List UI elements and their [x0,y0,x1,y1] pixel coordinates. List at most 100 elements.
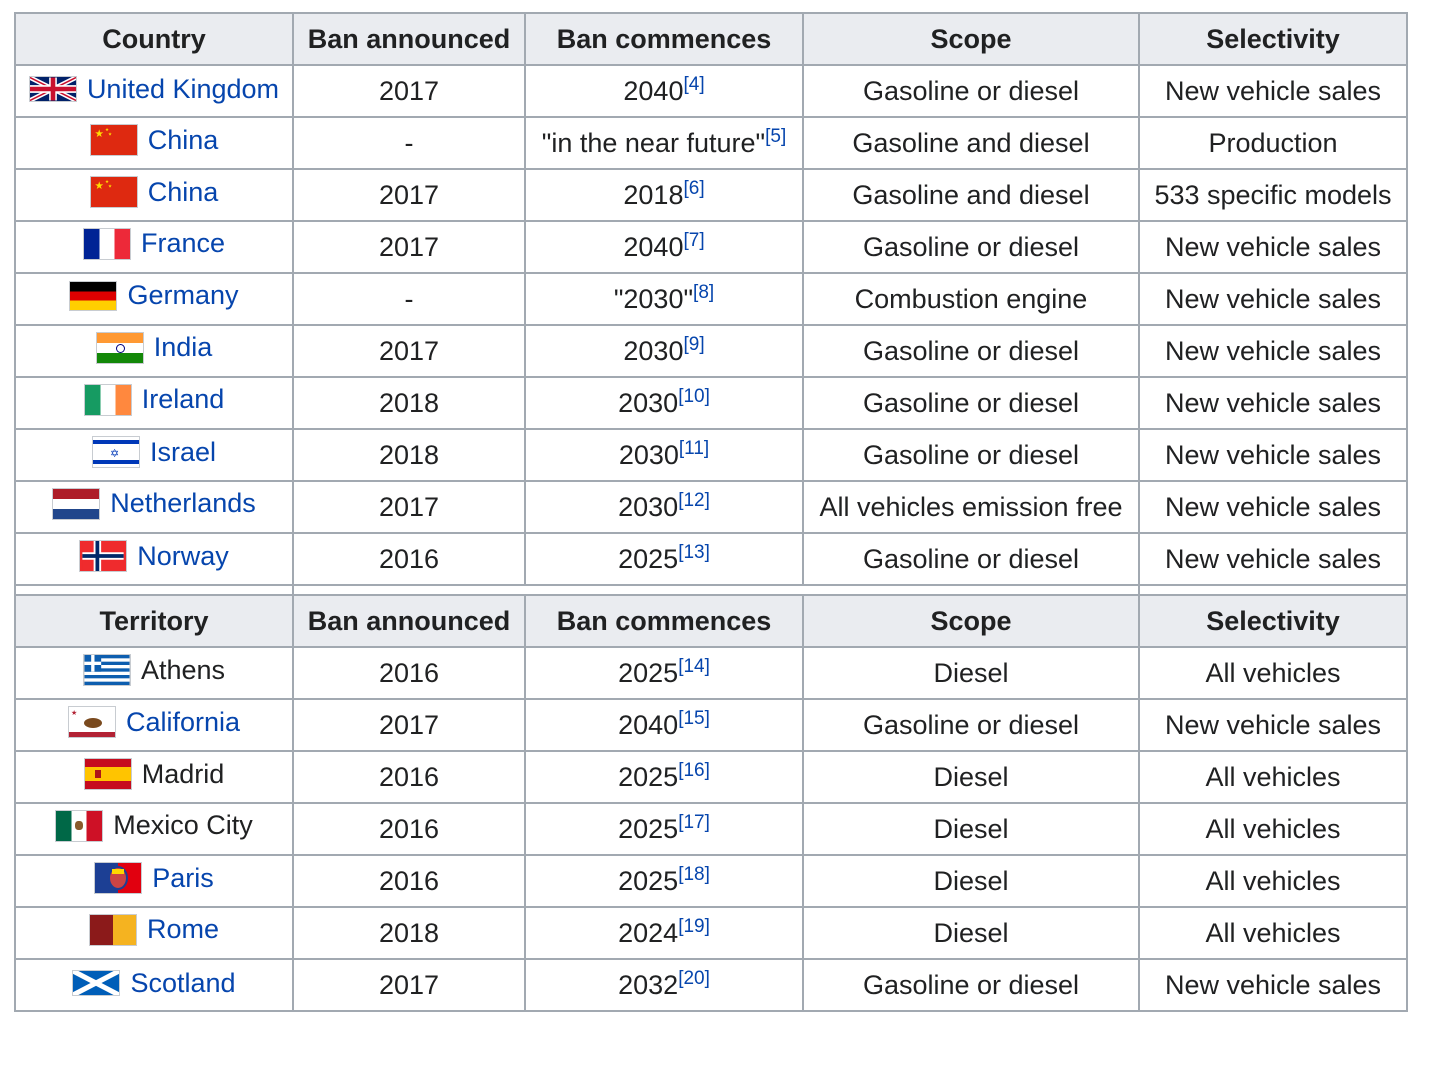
scope-cell: Gasoline or diesel [802,64,1140,118]
reference-link[interactable]: [7] [683,230,704,251]
selectivity-cell: All vehicles [1138,854,1408,908]
ban-announced-cell: 2017 [292,64,526,118]
reference-link[interactable]: [9] [683,334,704,355]
scope-cell: Diesel [802,906,1140,960]
scotland-flag-icon[interactable] [72,970,121,997]
place-link[interactable]: Netherlands [110,488,256,519]
ban-announced-cell: 2018 [292,376,526,430]
ban-commences-cell: 2040[7] [524,220,804,274]
place-link[interactable]: Rome [147,914,219,945]
ban-announced-cell: - [292,272,526,326]
reference-link[interactable]: [4] [683,74,704,95]
commence-value: 2040 [618,709,679,740]
table-row: Norway 2016 2025[13] Gasoline or diesel New … [14,532,1408,586]
reference-link[interactable]: [19] [678,916,710,937]
reference-link[interactable]: [16] [678,760,710,781]
territories-header-row: Territory Ban announced Ban commences Scope… [14,594,1408,648]
selectivity-cell: New vehicle sales [1138,324,1408,378]
column-header[interactable]: Ban commences [524,12,804,66]
ban-commences-cell: 2024[19] [524,906,804,960]
place-link[interactable]: India [154,332,213,363]
table-row: Ireland 2018 2030[10] Gasoline or diesel New… [14,376,1408,430]
ban-commences-cell: 2030[11] [524,428,804,482]
netherlands-flag-icon[interactable] [52,487,101,520]
column-header[interactable]: Ban announced [292,12,526,66]
column-header[interactable]: Scope [802,594,1140,648]
china-flag-icon[interactable]: ★ ★ ★ [89,124,138,156]
column-header[interactable]: Scope [802,12,1140,66]
table-row: Netherlands 2017 2030[12] All vehicles emis… [14,480,1408,534]
table-row: Paris 2016 2025[18] Diesel All vehicles [14,854,1408,908]
india-flag-icon[interactable] [95,331,144,364]
reference-link[interactable]: [8] [693,282,714,303]
table-row: Athens 2016 2025[14] Diesel All vehicles [14,646,1408,700]
uk-flag-icon[interactable] [28,76,77,103]
ban-announced-cell: - [292,116,526,170]
selectivity-cell: New vehicle sales [1138,428,1408,482]
place-link[interactable]: China [148,125,219,156]
ban-announced-cell: 2016 [292,532,526,586]
reference-link[interactable]: [15] [678,708,710,729]
madrid-flag-icon[interactable] [83,758,132,790]
reference-link[interactable]: [20] [678,968,710,989]
svg-text:★: ★ [71,709,77,717]
name-cell: United Kingdom [14,64,294,118]
reference-link[interactable]: [6] [683,178,704,199]
place-link[interactable]: Ireland [142,384,225,415]
place-link[interactable]: Germany [127,280,238,311]
norway-flag-icon[interactable] [79,540,128,572]
name-cell: Athens [14,646,294,700]
reference-link[interactable]: [10] [678,386,710,407]
scope-cell: Diesel [802,646,1140,700]
california-flag-icon[interactable]: ★ [67,706,116,738]
rome-flag-icon[interactable] [88,913,137,946]
column-header[interactable]: Country [14,12,294,66]
reference-link[interactable]: [17] [678,812,710,833]
reference-link[interactable]: [14] [678,656,710,677]
table-row: Mexico City 2016 2025[17] Diesel All vehicle… [14,802,1408,856]
place-link[interactable]: Israel [150,437,216,468]
column-header[interactable]: Ban announced [292,594,526,648]
table-row: ★ ★ ★ China 2017 2018[6] Gasoline and diesel 53… [14,168,1408,222]
column-header[interactable]: Selectivity [1138,12,1408,66]
place-link[interactable]: California [126,707,240,738]
reference-link[interactable]: [11] [679,438,709,459]
germany-flag-icon[interactable] [69,280,118,311]
reference-link[interactable]: [12] [678,490,710,511]
place-link[interactable]: Paris [152,863,214,894]
name-cell: Ireland [14,376,294,430]
place-link[interactable]: United Kingdom [87,74,279,105]
reference-link[interactable]: [18] [678,864,710,885]
reference-link[interactable]: [13] [678,542,710,563]
column-header[interactable]: Selectivity [1138,594,1408,648]
commence-value: 2024 [618,917,679,948]
greece-flag-icon[interactable] [82,654,131,686]
place-name: Madrid [141,758,225,789]
place-link[interactable]: Norway [137,541,229,572]
column-header[interactable]: Territory [14,594,294,648]
reference-link[interactable]: [5] [765,126,786,147]
divider-cell [525,584,803,595]
svg-text:★: ★ [94,128,104,140]
column-header[interactable]: Ban commences [524,594,804,648]
place-link[interactable]: Scotland [130,968,235,999]
table-row: ✡ Israel 2018 2030[11] Gasoline or diesel New… [14,428,1408,482]
place-link[interactable]: France [141,228,225,259]
commence-value: 2030 [618,387,679,418]
scope-cell: Gasoline or diesel [802,698,1140,752]
paris-flag-icon[interactable] [94,862,143,894]
france-flag-icon[interactable] [82,227,131,260]
divider-cell [1138,584,1408,595]
ban-announced-cell: 2016 [292,802,526,856]
ban-announced-cell: 2017 [292,220,526,274]
ireland-flag-icon[interactable] [83,383,132,416]
mexico-flag-icon[interactable] [55,809,104,842]
china-flag-icon[interactable]: ★ ★ ★ [89,176,138,208]
place-link[interactable]: China [148,177,219,208]
selectivity-cell: New vehicle sales [1138,272,1408,326]
israel-flag-icon[interactable]: ✡ [91,436,140,468]
scope-cell: Gasoline or diesel [802,324,1140,378]
scope-cell: Diesel [802,854,1140,908]
ban-commences-cell: "in the near future"[5] [524,116,804,170]
commence-value: 2032 [618,969,679,1000]
